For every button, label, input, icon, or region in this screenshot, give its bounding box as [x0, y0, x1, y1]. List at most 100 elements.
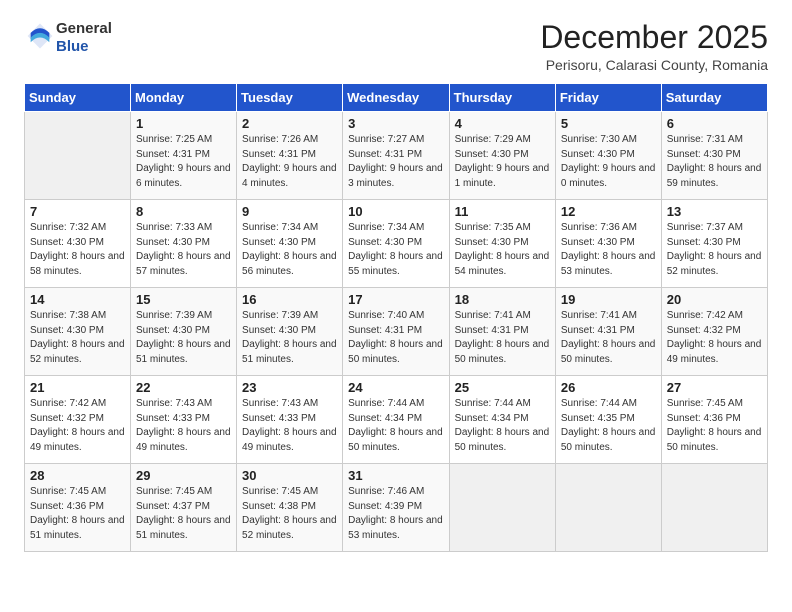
calendar-cell: 1 Sunrise: 7:25 AM Sunset: 4:31 PM Daylig… — [131, 112, 237, 200]
day-number: 28 — [30, 468, 125, 483]
calendar-cell: 22Sunrise: 7:43 AM Sunset: 4:33 PM Dayli… — [131, 376, 237, 464]
logo-blue: Blue — [56, 38, 112, 56]
day-number: 4 — [455, 116, 550, 131]
day-number: 31 — [348, 468, 443, 483]
calendar-cell: 10 Sunrise: 7:34 AM Sunset: 4:30 PM Dayli… — [343, 200, 449, 288]
day-number: 8 — [136, 204, 231, 219]
day-number: 18 — [455, 292, 550, 307]
title-block: December 2025 Perisoru, Calarasi County,… — [540, 20, 768, 73]
cell-content: Sunrise: 7:27 AM Sunset: 4:31 PM Dayligh… — [348, 133, 443, 191]
day-number: 15 — [136, 292, 231, 307]
week-row-4: 21 Sunrise: 7:42 AM Sunset: 4:32 PM Dayli… — [25, 376, 768, 464]
day-header-sunday: Sunday — [25, 84, 131, 112]
calendar-cell: 15 Sunrise: 7:39 AM Sunset: 4:30 PM Dayli… — [131, 288, 237, 376]
cell-content: Sunrise: 7:31 AM Sunset: 4:30 PM Dayligh… — [667, 133, 762, 191]
day-number: 2 — [242, 116, 337, 131]
cell-content: Sunrise: 7:42 AM Sunset: 4:32 PM Dayligh… — [667, 309, 762, 367]
cell-content: Sunrise: 7:39 AM Sunset: 4:30 PM Dayligh… — [242, 309, 337, 367]
day-number: 29 — [136, 468, 231, 483]
month-title: December 2025 — [540, 20, 768, 55]
day-number: 12 — [561, 204, 656, 219]
cell-content: Sunrise: 7:44 AM Sunset: 4:34 PM Dayligh… — [348, 397, 443, 455]
day-number: 10 — [348, 204, 443, 219]
cell-content: Sunrise: 7:30 AM Sunset: 4:30 PM Dayligh… — [561, 133, 656, 191]
day-header-wednesday: Wednesday — [343, 84, 449, 112]
calendar-cell: 7Sunrise: 7:32 AM Sunset: 4:30 PM Daylig… — [25, 200, 131, 288]
day-number: 23 — [242, 380, 337, 395]
day-number: 5 — [561, 116, 656, 131]
calendar-cell: 18 Sunrise: 7:41 AM Sunset: 4:31 PM Dayli… — [449, 288, 555, 376]
day-number: 20 — [667, 292, 762, 307]
day-number: 3 — [348, 116, 443, 131]
cell-content: Sunrise: 7:41 AM Sunset: 4:31 PM Dayligh… — [561, 309, 656, 367]
day-number: 26 — [561, 380, 656, 395]
page-header: General Blue December 2025 Perisoru, Cal… — [24, 20, 768, 73]
day-header-saturday: Saturday — [661, 84, 767, 112]
calendar-cell: 20 Sunrise: 7:42 AM Sunset: 4:32 PM Dayli… — [661, 288, 767, 376]
cell-content: Sunrise: 7:42 AM Sunset: 4:32 PM Dayligh… — [30, 397, 125, 455]
day-number: 13 — [667, 204, 762, 219]
day-number: 21 — [30, 380, 125, 395]
day-number: 14 — [30, 292, 125, 307]
day-number: 6 — [667, 116, 762, 131]
calendar-cell: 31 Sunrise: 7:46 AM Sunset: 4:39 PM Dayli… — [343, 464, 449, 552]
cell-content: Sunrise: 7:37 AM Sunset: 4:30 PM Dayligh… — [667, 221, 762, 279]
calendar-header-row: SundayMondayTuesdayWednesdayThursdayFrid… — [25, 84, 768, 112]
cell-content: Sunrise: 7:25 AM Sunset: 4:31 PM Dayligh… — [136, 133, 231, 191]
calendar-cell: 13 Sunrise: 7:37 AM Sunset: 4:30 PM Dayli… — [661, 200, 767, 288]
cell-content: Sunrise: 7:35 AM Sunset: 4:30 PM Dayligh… — [455, 221, 550, 279]
calendar-cell: 6 Sunrise: 7:31 AM Sunset: 4:30 PM Daylig… — [661, 112, 767, 200]
logo: General Blue — [24, 20, 112, 56]
cell-content: Sunrise: 7:43 AM Sunset: 4:33 PM Dayligh… — [242, 397, 337, 455]
calendar-cell — [661, 464, 767, 552]
calendar-table: SundayMondayTuesdayWednesdayThursdayFrid… — [24, 83, 768, 552]
day-number: 19 — [561, 292, 656, 307]
day-number: 27 — [667, 380, 762, 395]
calendar-cell: 29 Sunrise: 7:45 AM Sunset: 4:37 PM Dayli… — [131, 464, 237, 552]
cell-content: Sunrise: 7:43 AM Sunset: 4:33 PM Dayligh… — [136, 397, 231, 455]
calendar-cell: 4 Sunrise: 7:29 AM Sunset: 4:30 PM Daylig… — [449, 112, 555, 200]
calendar-cell: 28 Sunrise: 7:45 AM Sunset: 4:36 PM Dayli… — [25, 464, 131, 552]
week-row-3: 14 Sunrise: 7:38 AM Sunset: 4:30 PM Dayli… — [25, 288, 768, 376]
cell-content: Sunrise: 7:34 AM Sunset: 4:30 PM Dayligh… — [242, 221, 337, 279]
calendar-cell: 23 Sunrise: 7:43 AM Sunset: 4:33 PM Dayli… — [237, 376, 343, 464]
cell-content: Sunrise: 7:29 AM Sunset: 4:30 PM Dayligh… — [455, 133, 550, 191]
cell-content: Sunrise: 7:44 AM Sunset: 4:35 PM Dayligh… — [561, 397, 656, 455]
cell-content: Sunrise: 7:26 AM Sunset: 4:31 PM Dayligh… — [242, 133, 337, 191]
week-row-5: 28 Sunrise: 7:45 AM Sunset: 4:36 PM Dayli… — [25, 464, 768, 552]
cell-content: Sunrise: 7:45 AM Sunset: 4:37 PM Dayligh… — [136, 485, 231, 543]
cell-content: Sunrise: 7:44 AM Sunset: 4:34 PM Dayligh… — [455, 397, 550, 455]
calendar-cell: 25 Sunrise: 7:44 AM Sunset: 4:34 PM Dayli… — [449, 376, 555, 464]
calendar-cell: 9Sunrise: 7:34 AM Sunset: 4:30 PM Daylig… — [237, 200, 343, 288]
calendar-cell: 11 Sunrise: 7:35 AM Sunset: 4:30 PM Dayli… — [449, 200, 555, 288]
cell-content: Sunrise: 7:39 AM Sunset: 4:30 PM Dayligh… — [136, 309, 231, 367]
day-header-thursday: Thursday — [449, 84, 555, 112]
day-number: 1 — [136, 116, 231, 131]
calendar-cell: 19 Sunrise: 7:41 AM Sunset: 4:31 PM Dayli… — [555, 288, 661, 376]
cell-content: Sunrise: 7:34 AM Sunset: 4:30 PM Dayligh… — [348, 221, 443, 279]
cell-content: Sunrise: 7:32 AM Sunset: 4:30 PM Dayligh… — [30, 221, 125, 279]
cell-content: Sunrise: 7:38 AM Sunset: 4:30 PM Dayligh… — [30, 309, 125, 367]
calendar-cell: 12 Sunrise: 7:36 AM Sunset: 4:30 PM Dayli… — [555, 200, 661, 288]
calendar-cell: 24Sunrise: 7:44 AM Sunset: 4:34 PM Dayli… — [343, 376, 449, 464]
day-number: 17 — [348, 292, 443, 307]
cell-content: Sunrise: 7:36 AM Sunset: 4:30 PM Dayligh… — [561, 221, 656, 279]
calendar-cell — [25, 112, 131, 200]
logo-icon — [26, 22, 54, 50]
cell-content: Sunrise: 7:45 AM Sunset: 4:36 PM Dayligh… — [667, 397, 762, 455]
calendar-cell: 26 Sunrise: 7:44 AM Sunset: 4:35 PM Dayli… — [555, 376, 661, 464]
calendar-body: 1 Sunrise: 7:25 AM Sunset: 4:31 PM Daylig… — [25, 112, 768, 552]
calendar-cell: 17Sunrise: 7:40 AM Sunset: 4:31 PM Dayli… — [343, 288, 449, 376]
day-number: 25 — [455, 380, 550, 395]
calendar-cell: 3 Sunrise: 7:27 AM Sunset: 4:31 PM Daylig… — [343, 112, 449, 200]
cell-content: Sunrise: 7:33 AM Sunset: 4:30 PM Dayligh… — [136, 221, 231, 279]
cell-content: Sunrise: 7:41 AM Sunset: 4:31 PM Dayligh… — [455, 309, 550, 367]
cell-content: Sunrise: 7:45 AM Sunset: 4:38 PM Dayligh… — [242, 485, 337, 543]
calendar-cell: 14 Sunrise: 7:38 AM Sunset: 4:30 PM Dayli… — [25, 288, 131, 376]
cell-content: Sunrise: 7:45 AM Sunset: 4:36 PM Dayligh… — [30, 485, 125, 543]
day-number: 11 — [455, 204, 550, 219]
calendar-cell: 21 Sunrise: 7:42 AM Sunset: 4:32 PM Dayli… — [25, 376, 131, 464]
calendar-cell — [555, 464, 661, 552]
day-header-tuesday: Tuesday — [237, 84, 343, 112]
cell-content: Sunrise: 7:46 AM Sunset: 4:39 PM Dayligh… — [348, 485, 443, 543]
